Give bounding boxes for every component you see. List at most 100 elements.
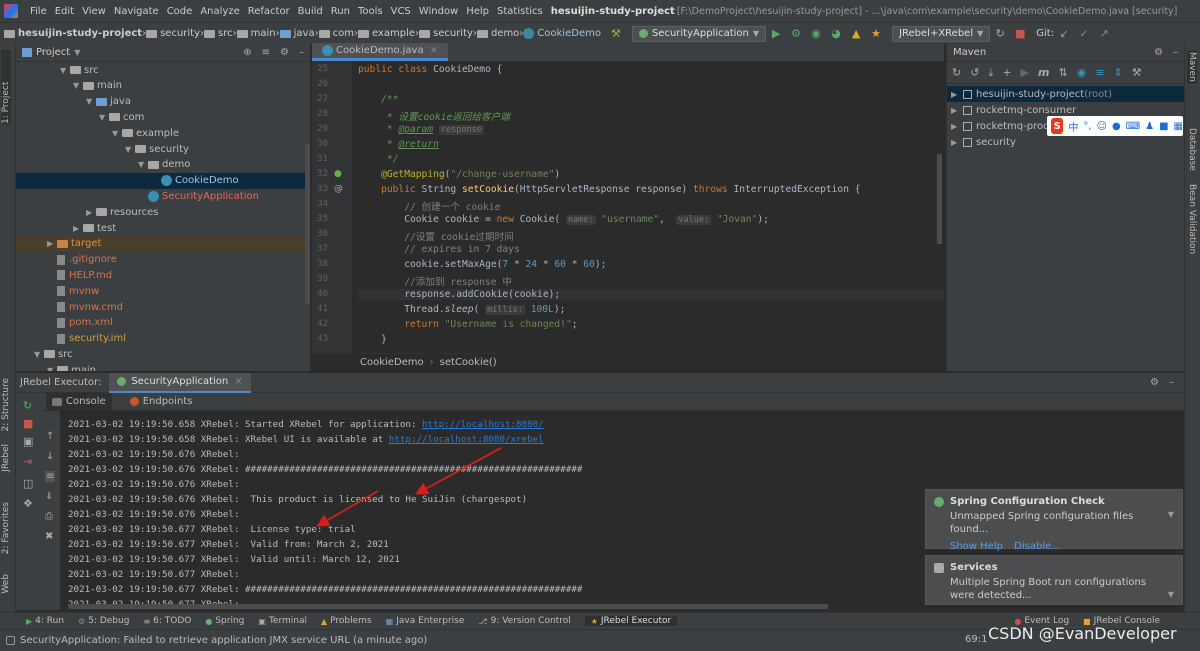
code-line[interactable]: response.addCookie(cookie); [358, 289, 944, 300]
coverage-icon[interactable]: ◉ [809, 27, 823, 41]
code-line[interactable]: return "Username is changed!"; [358, 319, 577, 330]
gear-icon[interactable]: ⚙ [280, 47, 289, 58]
code-line[interactable]: cookie.setMaxAge(7 * 24 * 60 * 60); [358, 259, 606, 270]
breadcrumb-item[interactable]: security [419, 28, 473, 39]
breadcrumb-item[interactable]: security [146, 28, 200, 39]
bottom-tool-5-debug[interactable]: ⚙ 5: Debug [78, 616, 129, 626]
tree-item[interactable]: ▶ test [16, 220, 306, 236]
run-icon[interactable]: ▶ [769, 27, 783, 41]
tree-item[interactable]: ▼ demo [16, 157, 306, 173]
web-tool-tab[interactable]: Web [1, 574, 11, 594]
menu-item-tools[interactable]: Tools [354, 6, 387, 17]
chevron-right-icon[interactable]: ▶ [73, 224, 83, 233]
code-line[interactable]: // 创建一个 cookie [358, 199, 500, 213]
breadcrumb-item[interactable]: main [236, 28, 276, 39]
run-icon[interactable]: ▶ [1021, 66, 1029, 79]
menu-item-help[interactable]: Help [462, 6, 493, 17]
maven-project-item[interactable]: ▶ security [947, 134, 1185, 150]
code-line[interactable]: @GetMapping("/change-username") [358, 169, 560, 180]
menu-item-run[interactable]: Run [327, 6, 354, 17]
gear-icon[interactable]: ⚙ [1154, 47, 1163, 58]
tree-item[interactable]: ▼ java [16, 94, 306, 110]
code-line[interactable]: public class CookieDemo { [358, 64, 502, 75]
code-line[interactable]: * 设置cookie返回给客户端 [358, 109, 510, 123]
chevron-right-icon[interactable]: ▶ [951, 106, 961, 115]
ime-mic-icon[interactable]: ● [1112, 121, 1121, 132]
chevron-right-icon[interactable]: ▶ [951, 90, 961, 99]
tree-item[interactable]: SecurityApplication [16, 188, 306, 204]
tree-item[interactable]: .gitignore [16, 252, 306, 268]
code-line[interactable]: * @param response [358, 124, 484, 135]
tree-item[interactable]: mvnw.cmd [16, 299, 306, 315]
chevron-right-icon[interactable]: ▶ [951, 122, 961, 131]
chevron-down-icon[interactable]: ▼ [73, 81, 83, 90]
bottom-tool-9-version-control[interactable]: ⎇ 9: Version Control [478, 616, 570, 626]
tree-item[interactable]: ▼ main [16, 362, 306, 371]
bottom-tool-spring[interactable]: ● Spring [205, 616, 244, 626]
hide-icon[interactable]: – [1173, 47, 1178, 58]
show-dependencies-icon[interactable]: ≡ [1095, 66, 1104, 79]
menu-item-view[interactable]: View [78, 6, 110, 17]
chevron-right-icon[interactable]: ▶ [47, 239, 57, 248]
ime-user-icon[interactable]: ♟ [1145, 121, 1154, 132]
breadcrumb-item[interactable]: com [318, 28, 354, 39]
tree-item[interactable]: CookieDemo [16, 172, 306, 189]
tree-item[interactable]: ▼ src [16, 346, 306, 362]
chevron-down-icon[interactable]: ▼ [60, 66, 70, 75]
chevron-down-icon[interactable]: ▼ [86, 97, 96, 106]
tree-scrollbar[interactable] [305, 144, 310, 304]
code-line[interactable]: //设置 cookie过期时间 [358, 229, 514, 243]
disable-link[interactable]: Disable... [1014, 541, 1061, 552]
add-icon[interactable]: + [1002, 66, 1011, 79]
tree-item[interactable]: ▶ resources [16, 204, 306, 220]
status-toggle-icon[interactable] [6, 636, 15, 645]
collapse-all-icon[interactable]: ⇕ [1114, 66, 1123, 79]
debug-icon[interactable]: ⚙ [789, 27, 803, 41]
structure-tool-tab[interactable]: 2: Structure [1, 378, 11, 432]
tree-item[interactable]: ▼ security [16, 141, 306, 157]
breadcrumb-item[interactable]: CookieDemo [523, 28, 601, 39]
bean-validation-tool-tab[interactable]: Bean Validation [1187, 184, 1197, 254]
generate-sources-icon[interactable]: ↺ [970, 66, 979, 79]
stop-icon[interactable]: ■ [1013, 27, 1027, 41]
run-config-select[interactable]: SecurityApplication ▼ [631, 25, 767, 42]
ime-emoji-icon[interactable]: ☺ [1097, 121, 1107, 132]
download-icon[interactable]: ⤓ [988, 66, 993, 80]
menu-item-refactor[interactable]: Refactor [244, 6, 294, 17]
menu-item-file[interactable]: File [26, 6, 51, 17]
status-message[interactable]: SecurityApplication: Failed to retrieve … [20, 635, 427, 646]
editor-breadcrumb-class[interactable]: CookieDemo [360, 357, 424, 368]
build-hammer-icon[interactable]: ⚒ [609, 27, 623, 41]
bottom-tool-java-enterprise[interactable]: ▦ Java Enterprise [386, 616, 465, 626]
editor-scrollbar[interactable] [937, 154, 942, 244]
code-line[interactable]: */ [358, 154, 399, 165]
chevron-right-icon[interactable]: ▶ [951, 138, 961, 147]
profile-icon[interactable]: ◕ [829, 27, 843, 41]
git-update-icon[interactable]: ↙ [1057, 27, 1071, 41]
tree-item[interactable]: ▼ main [16, 78, 306, 94]
tree-item[interactable]: security.iml [16, 331, 306, 347]
jrebel-debug-icon[interactable]: ★ [869, 27, 883, 41]
jrebel-tool-tab[interactable]: JRebel [1, 444, 11, 472]
tree-item[interactable]: ▼ com [16, 109, 306, 125]
chevron-down-icon[interactable]: ▼ [74, 48, 80, 57]
tree-item[interactable]: ▶ target [16, 235, 306, 252]
tree-item[interactable]: mvnw [16, 283, 306, 299]
code-line[interactable]: } [358, 334, 387, 345]
chevron-down-icon[interactable]: ▼ [47, 366, 57, 371]
menu-item-statistics[interactable]: Statistics [493, 6, 547, 17]
show-help-link[interactable]: Show Help [950, 541, 1003, 552]
chevron-down-icon[interactable]: ▼ [138, 160, 148, 169]
chevron-down-icon[interactable]: ▼ [99, 113, 109, 122]
breadcrumb-item[interactable]: java [279, 28, 315, 39]
bottom-tool-4-run[interactable]: ▶ 4: Run [26, 616, 64, 626]
chevron-down-icon[interactable]: ▼ [34, 350, 44, 359]
tree-item[interactable]: ▼ example [16, 125, 306, 141]
chevron-down-icon[interactable]: ▼ [1168, 590, 1174, 599]
project-tool-tab[interactable]: 1: Project [1, 50, 11, 124]
code-line[interactable]: // expires in 7 days [358, 244, 520, 255]
collapse-icon[interactable]: ≡ [262, 47, 270, 58]
ime-toolbar[interactable]: S 中 °, ☺ ● ⌨ ♟ ■ ▦ [1047, 116, 1183, 136]
breadcrumb-item[interactable]: src [204, 28, 233, 39]
git-push-icon[interactable]: ↗ [1097, 27, 1111, 41]
